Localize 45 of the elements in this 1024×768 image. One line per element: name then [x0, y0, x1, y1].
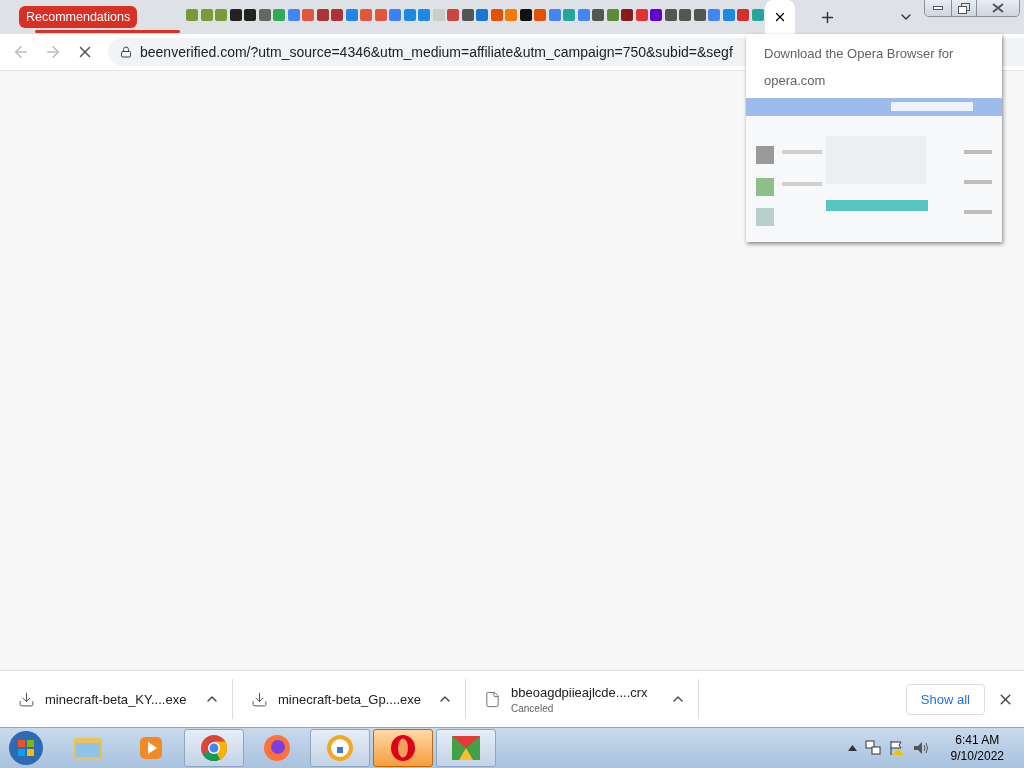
taskbar-app[interactable] — [373, 729, 433, 767]
url-text: beenverified.com/?utm_source=4346&utm_medium=affiliate&utm_campaign=750&subid=&segf — [140, 44, 733, 60]
speaker-icon[interactable] — [912, 740, 929, 756]
favicon-icon[interactable] — [244, 8, 257, 22]
lock-icon — [120, 46, 132, 58]
taskbar-app[interactable] — [436, 729, 496, 767]
download-status: Canceled — [511, 702, 555, 714]
folder-icon — [73, 735, 103, 761]
download-file-name: minecraft-beta_Gp....exe — [278, 691, 423, 707]
minimize-icon — [933, 6, 943, 10]
hover-card-domain: opera.com — [764, 73, 827, 88]
download-item[interactable]: minecraft-beta_Gp....exe — [233, 679, 466, 719]
restore-icon — [958, 2, 970, 14]
chrome-icon — [200, 734, 228, 762]
favicon-icon[interactable] — [519, 8, 532, 22]
play-icon — [138, 735, 164, 761]
back-icon[interactable] — [12, 43, 30, 61]
restore-button[interactable] — [951, 0, 976, 16]
taskbar-app[interactable] — [184, 729, 244, 767]
new-tab-icon[interactable] — [819, 9, 836, 26]
caret-up-icon[interactable] — [847, 745, 857, 751]
download-icon — [18, 690, 35, 708]
network-icon[interactable] — [864, 740, 881, 756]
start-button[interactable] — [8, 730, 44, 766]
file-icon — [484, 690, 501, 708]
download-icon — [251, 690, 268, 708]
forward-icon[interactable] — [44, 43, 62, 61]
favicon-icon[interactable] — [229, 8, 242, 22]
show-all-button[interactable]: Show all — [905, 683, 985, 715]
flag-warning-icon[interactable] — [888, 740, 905, 756]
minimize-button[interactable] — [925, 0, 951, 16]
download-file-name: bbeoagdpiieajlcde....crx — [511, 684, 649, 700]
close-icon — [992, 3, 1004, 13]
favicon-icon[interactable] — [621, 8, 634, 22]
tab-group-label[interactable]: Recommendations — [19, 6, 138, 28]
hover-card-title: Download the Opera Browser for — [764, 46, 955, 61]
close-window-button[interactable] — [976, 0, 1019, 16]
download-item[interactable]: bbeoagdpiieajlcde....crx Canceled — [466, 679, 699, 719]
clock[interactable]: 6:41 AM 9/10/2022 — [950, 732, 1004, 764]
download-file-name: minecraft-beta_KY....exe — [45, 691, 188, 707]
download-item[interactable]: minecraft-beta_KY....exe — [0, 679, 233, 719]
close-tab-icon[interactable] — [773, 10, 787, 24]
favicon-icon[interactable] — [650, 8, 663, 22]
taskbar-app[interactable] — [310, 729, 370, 767]
opera-icon — [390, 734, 416, 762]
